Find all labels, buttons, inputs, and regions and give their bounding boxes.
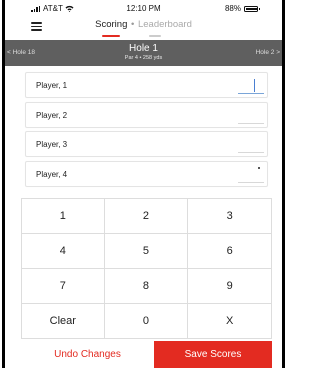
player-name: Player, 3: [36, 140, 68, 149]
player-row[interactable]: Player, 4: [25, 160, 268, 187]
keypad-key-6[interactable]: 6: [188, 234, 272, 269]
battery-group: 88%: [224, 4, 260, 13]
dot-marker: [258, 166, 260, 169]
score-input[interactable]: [238, 166, 264, 183]
keypad-key-9[interactable]: 9: [188, 269, 272, 304]
next-hole-button[interactable]: Hole 2 >: [256, 49, 280, 56]
keypad-x-button[interactable]: X: [188, 304, 272, 339]
battery-level: [246, 7, 257, 10]
keypad-key-0[interactable]: 0: [104, 304, 189, 339]
battery-icon: [244, 5, 260, 12]
save-scores-button[interactable]: Save Scores: [154, 341, 272, 368]
text-cursor: [254, 79, 255, 92]
player-row[interactable]: Player, 1: [25, 72, 268, 98]
score-input[interactable]: [238, 107, 264, 124]
player-name: Player, 1: [36, 81, 68, 90]
player-list: Player, 1 Player, 2 Player, 3 Player, 4: [25, 72, 268, 190]
hole-title: Hole 1: [129, 43, 158, 54]
tab-leaderboard[interactable]: Leaderboard: [138, 19, 192, 30]
score-keypad: 1 2 3 4 5 6 7 8 9 Clear 0 X: [21, 198, 272, 339]
tab-scoring[interactable]: Scoring: [95, 19, 127, 30]
keypad-key-8[interactable]: 8: [104, 269, 189, 304]
player-name: Player, 2: [36, 110, 68, 120]
keypad-key-1[interactable]: 1: [21, 199, 105, 234]
hole-details: Par 4 • 258 yds: [124, 55, 163, 61]
keypad-key-2[interactable]: 2: [104, 199, 189, 234]
undo-changes-button[interactable]: Undo Changes: [21, 341, 154, 368]
keypad-key-3[interactable]: 3: [188, 199, 272, 234]
status-bar: AT&T 12:10 PM 88%: [5, 0, 282, 16]
battery-percent: 88%: [224, 4, 241, 13]
keypad-key-4[interactable]: 4: [21, 234, 105, 269]
tab-separator: •: [131, 19, 135, 30]
phone-screen: AT&T 12:10 PM 88% Scoring • Leaderboard …: [2, 0, 285, 368]
player-row[interactable]: Player, 3: [25, 131, 268, 157]
player-name: Player, 4: [36, 169, 68, 179]
player-row[interactable]: Player, 2: [25, 101, 268, 128]
tab-bar: Scoring • Leaderboard: [5, 19, 282, 30]
score-input[interactable]: [238, 137, 264, 153]
keypad-key-5[interactable]: 5: [104, 234, 189, 269]
score-input[interactable]: [238, 78, 264, 94]
hole-navigation-bar: < Hole 18 Hole 1 Par 4 • 258 yds Hole 2 …: [5, 40, 282, 66]
keypad-clear-button[interactable]: Clear: [21, 304, 105, 339]
action-bar: Undo Changes Save Scores: [21, 341, 272, 368]
keypad-key-7[interactable]: 7: [21, 269, 105, 304]
